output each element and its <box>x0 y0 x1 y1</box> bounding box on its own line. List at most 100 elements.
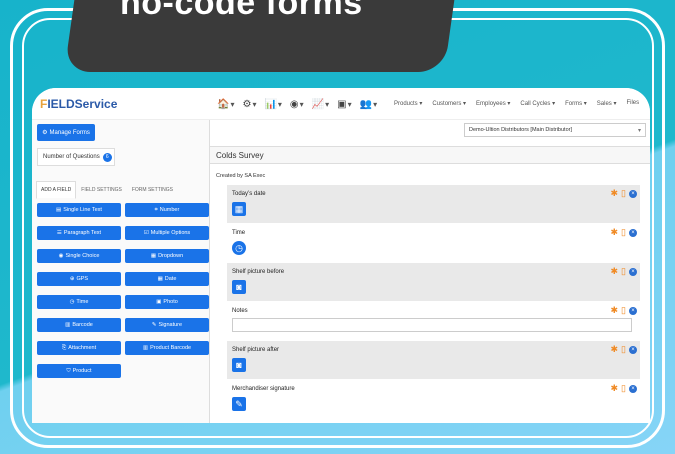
field-button-label: Product <box>72 368 92 374</box>
clipboard-icon[interactable]: ▯ <box>621 227 626 238</box>
pen-icon: ✎ <box>232 397 246 411</box>
field-button-4[interactable]: ☑ Multiple Options <box>125 226 209 240</box>
field-button-6[interactable]: ▦ Dropdown <box>125 249 209 263</box>
count-badge: 6 <box>102 152 112 162</box>
bar-chart-icon[interactable]: 📈 ▾ <box>312 99 329 110</box>
close-icon[interactable]: × <box>629 384 637 393</box>
manage-forms-button[interactable]: ⚙ Manage Forms <box>37 124 95 141</box>
field-button-label: Single Choice <box>65 253 100 259</box>
close-icon[interactable]: × <box>629 306 637 315</box>
menu-sales[interactable]: Sales ▾ <box>597 100 617 107</box>
close-icon[interactable]: × <box>629 345 637 354</box>
question-label: Time <box>232 230 246 236</box>
tab-add-field[interactable]: ADD A FIELD <box>36 181 77 199</box>
field-type-icon: ▣ <box>156 299 162 305</box>
field-type-icon: ▦ <box>157 276 163 282</box>
field-button-label: Single Line Text <box>63 207 102 213</box>
field-type-icon: ⌗ <box>154 206 158 213</box>
tab-form-settings[interactable]: FORM SETTINGS <box>127 181 178 199</box>
field-button-9[interactable]: ◷ Time <box>37 295 121 309</box>
notes-input[interactable] <box>232 318 632 332</box>
field-button-2[interactable]: ⌗ Number <box>125 203 209 217</box>
question-row[interactable]: Shelf picture before ◙ ✱ ▯ × <box>227 263 640 301</box>
banner-title: no-code forms <box>120 0 363 22</box>
field-button-label: Paragraph Text <box>63 230 102 236</box>
field-type-icon: ◷ <box>69 299 75 305</box>
field-button-label: Attachment <box>68 345 97 351</box>
settings-icon[interactable]: ✱ <box>611 188 619 199</box>
field-button-14[interactable]: ▥ Product Barcode <box>125 341 209 355</box>
field-button-label: Signature <box>158 322 183 328</box>
field-type-icon: ▥ <box>65 322 71 328</box>
question-actions: ✱ ▯ × <box>611 227 637 238</box>
settings-icon[interactable]: ✱ <box>611 344 619 355</box>
globe-icon[interactable]: ◉ ▾ <box>290 99 304 110</box>
question-actions: ✱ ▯ × <box>611 266 637 277</box>
field-button-12[interactable]: ✎ Signature <box>125 318 209 332</box>
question-actions: ✱ ▯ × <box>611 188 637 199</box>
field-button-label: Multiple Options <box>150 230 191 236</box>
camera-icon: ◙ <box>232 358 246 372</box>
field-button-13[interactable]: ⎘ Attachment <box>37 341 121 355</box>
field-button-15[interactable]: ⛉ Product <box>37 364 121 378</box>
field-type-icon: ☰ <box>56 230 62 236</box>
question-actions: ✱ ▯ × <box>611 383 637 394</box>
menu-call-cycles[interactable]: Call Cycles ▾ <box>520 100 555 107</box>
field-button-8[interactable]: ▦ Date <box>125 272 209 286</box>
question-row[interactable]: Today’s date ▦ ✱ ▯ × <box>227 185 640 223</box>
field-button-label: Barcode <box>72 322 93 328</box>
field-button-10[interactable]: ▣ Photo <box>125 295 209 309</box>
clipboard-icon[interactable]: ▯ <box>621 383 626 394</box>
menu-employees[interactable]: Employees ▾ <box>476 100 510 107</box>
field-button-7[interactable]: ⊕ GPS <box>37 272 121 286</box>
question-label: Notes <box>232 308 248 314</box>
app-logo[interactable]: FIELDService <box>40 97 117 111</box>
question-row[interactable]: Time ◷ ✱ ▯ × <box>227 224 640 262</box>
clipboard-icon[interactable]: ▯ <box>621 305 626 316</box>
settings-icon[interactable]: ⚙ ▾ <box>242 99 256 110</box>
question-row[interactable]: Notes ✱ ▯ × <box>227 302 640 340</box>
menu-forms[interactable]: Forms ▾ <box>565 100 587 107</box>
chart-icon[interactable]: 📊 ▾ <box>264 99 281 110</box>
field-button-3[interactable]: ☰ Paragraph Text <box>37 226 121 240</box>
field-button-label: Time <box>76 299 89 305</box>
close-icon[interactable]: × <box>629 267 637 276</box>
tab-field-settings[interactable]: FIELD SETTINGS <box>76 181 127 199</box>
app-window: FIELDService 🏠 ▾ ⚙ ▾ 📊 ▾ ◉ ▾ 📈 ▾ ▣ ▾ 👥 ▾ Produc… <box>32 88 650 423</box>
field-button-5[interactable]: ◉ Single Choice <box>37 249 121 263</box>
field-tabs: ADD A FIELD FIELD SETTINGS FORM SETTINGS <box>36 181 178 199</box>
question-label: Merchandiser signature <box>232 386 295 392</box>
clipboard-icon[interactable]: ▯ <box>621 344 626 355</box>
menu-customers[interactable]: Customers ▾ <box>432 100 466 107</box>
menu-products[interactable]: Products ▾ <box>394 100 422 107</box>
field-button-1[interactable]: ▤ Single Line Text <box>37 203 121 217</box>
field-panel: ⚙ Manage Forms Number of Questions 6 ADD A… <box>32 120 210 423</box>
settings-icon[interactable]: ✱ <box>611 383 619 394</box>
survey-title: Colds Survey <box>210 146 650 164</box>
users-icon[interactable]: 👥 ▾ <box>360 99 377 110</box>
field-type-icon: ⊕ <box>69 276 75 282</box>
close-icon[interactable]: × <box>629 189 637 198</box>
question-row[interactable]: Merchandiser signature ✎ ✱ ▯ × <box>227 380 640 418</box>
question-row[interactable]: Shelf picture after ◙ ✱ ▯ × <box>227 341 640 379</box>
created-by: Created by SA Exec <box>216 173 266 179</box>
field-type-icon: ▤ <box>56 207 62 213</box>
settings-icon[interactable]: ✱ <box>611 227 619 238</box>
close-icon[interactable]: × <box>629 228 637 237</box>
settings-icon[interactable]: ✱ <box>611 266 619 277</box>
field-type-icon: ⎘ <box>61 344 67 351</box>
clipboard-icon[interactable]: ▯ <box>621 188 626 199</box>
question-actions: ✱ ▯ × <box>611 344 637 355</box>
gear-icon: ⚙ <box>42 130 48 136</box>
field-button-11[interactable]: ▥ Barcode <box>37 318 121 332</box>
home-icon[interactable]: 🏠 ▾ <box>217 99 234 110</box>
distributor-select[interactable]: Demo-Ultion Distributors [Main Distribut… <box>464 123 646 137</box>
field-type-icon: ▦ <box>150 253 157 259</box>
field-button-label: Product Barcode <box>150 345 192 351</box>
field-type-icon: ☑ <box>143 230 149 236</box>
settings-icon[interactable]: ✱ <box>611 305 619 316</box>
document-icon[interactable]: ▣ ▾ <box>337 99 351 110</box>
clipboard-icon[interactable]: ▯ <box>621 266 626 277</box>
question-count: Number of Questions 6 <box>37 148 115 166</box>
menu-files[interactable]: Files <box>626 100 639 107</box>
